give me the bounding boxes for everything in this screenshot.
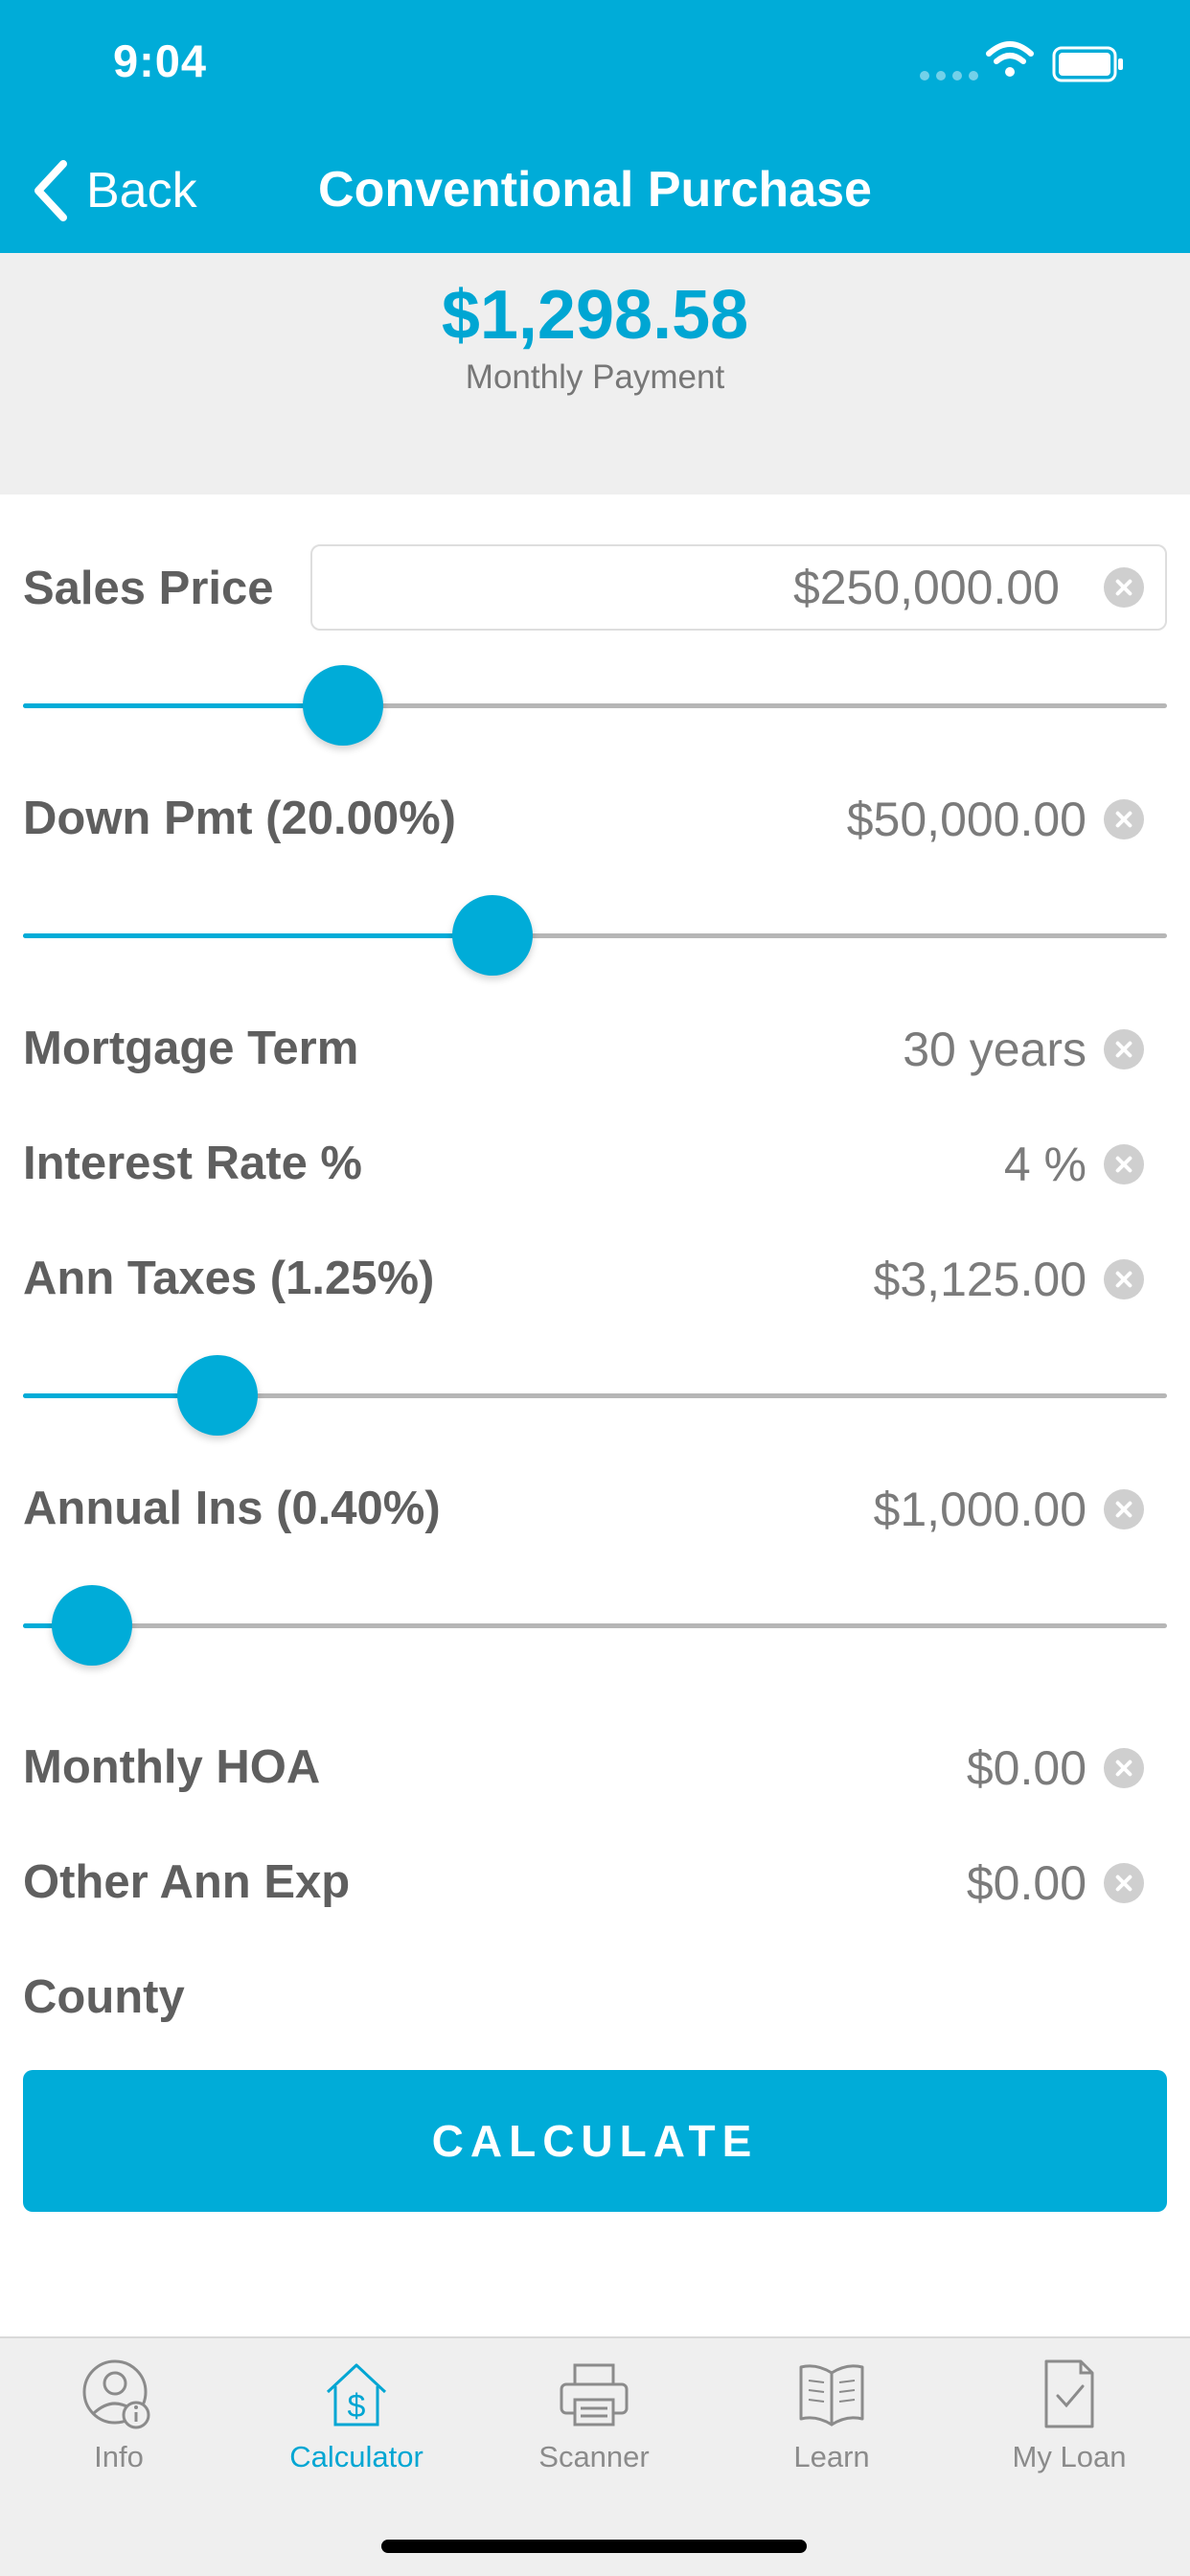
annual-taxes-label: Ann Taxes (1.25%): [23, 1253, 435, 1304]
mortgage-term-label: Mortgage Term: [23, 1023, 359, 1074]
house-dollar-icon: $: [326, 2363, 387, 2426]
down-payment-slider[interactable]: [23, 895, 1167, 976]
tab-label: Calculator: [289, 2440, 423, 2473]
person-info-icon: [82, 2359, 150, 2429]
clear-icon[interactable]: [1104, 1748, 1144, 1788]
svg-text:$: $: [348, 2388, 366, 2425]
tab-label: Scanner: [538, 2440, 650, 2473]
other-annual-expense-label: Other Ann Exp: [23, 1856, 351, 1908]
interest-rate-value[interactable]: 4 %: [1004, 1137, 1087, 1192]
sales-price-input[interactable]: [312, 546, 1079, 629]
status-bar: 9:04: [0, 0, 1190, 126]
tab-calculator[interactable]: $ Calculator: [238, 2358, 475, 2501]
monthly-hoa-label: Monthly HOA: [23, 1741, 321, 1793]
annual-taxes-slider[interactable]: [23, 1355, 1167, 1436]
status-time: 9:04: [113, 35, 208, 86]
slider-thumb[interactable]: [176, 1355, 258, 1436]
clear-icon[interactable]: [1104, 1863, 1144, 1903]
battery-icon: [1052, 46, 1123, 82]
tab-label: Learn: [793, 2440, 870, 2473]
tab-learn[interactable]: Learn: [713, 2358, 950, 2501]
clear-icon[interactable]: [1104, 1144, 1144, 1184]
tab-scanner[interactable]: Scanner: [475, 2358, 713, 2501]
slider-thumb[interactable]: [51, 1585, 132, 1666]
sales-price-label: Sales Price: [23, 563, 274, 614]
sales-price-slider[interactable]: [23, 665, 1167, 746]
interest-rate-label: Interest Rate %: [23, 1138, 363, 1189]
clear-icon[interactable]: [1104, 1029, 1144, 1070]
clear-icon[interactable]: [1104, 567, 1144, 608]
annual-insurance-label: Annual Ins (0.40%): [23, 1483, 441, 1534]
monthly-hoa-value[interactable]: $0.00: [967, 1740, 1087, 1796]
clear-icon[interactable]: [1104, 1259, 1144, 1300]
monthly-payment-label: Monthly Payment: [465, 358, 725, 396]
calculate-button[interactable]: CALCULATE: [23, 2070, 1167, 2212]
tab-label: Info: [94, 2440, 144, 2473]
annual-insurance-slider[interactable]: [23, 1585, 1167, 1666]
open-book-icon: [799, 2364, 864, 2426]
other-annual-expense-value[interactable]: $0.00: [967, 1855, 1087, 1911]
annual-insurance-value[interactable]: $1,000.00: [874, 1482, 1087, 1537]
annual-taxes-value[interactable]: $3,125.00: [874, 1252, 1087, 1307]
monthly-payment-amount: $1,298.58: [441, 277, 749, 354]
payment-summary: $1,298.58 Monthly Payment: [0, 253, 1190, 494]
home-indicator[interactable]: [381, 2540, 807, 2553]
clear-icon[interactable]: [1104, 799, 1144, 840]
down-payment-label: Down Pmt (20.00%): [23, 793, 456, 844]
mortgage-term-value[interactable]: 30 years: [903, 1022, 1087, 1077]
slider-thumb[interactable]: [451, 895, 533, 976]
document-check-icon: [1044, 2359, 1094, 2428]
slider-thumb[interactable]: [303, 665, 384, 746]
printer-icon: [560, 2363, 629, 2426]
county-label[interactable]: County: [23, 1970, 185, 2024]
tab-my-loan[interactable]: My Loan: [950, 2358, 1188, 2501]
wifi-icon: [986, 41, 1034, 77]
page-title: Conventional Purchase: [318, 162, 872, 218]
clear-icon[interactable]: [1104, 1489, 1144, 1530]
tab-info[interactable]: Info: [0, 2358, 238, 2501]
navigation-bar: Back Conventional Purchase: [0, 126, 1190, 253]
down-payment-value[interactable]: $50,000.00: [847, 792, 1087, 847]
cellular-signal-icon: [920, 71, 978, 80]
tab-label: My Loan: [1012, 2440, 1127, 2473]
sales-price-input-box: [310, 544, 1167, 631]
